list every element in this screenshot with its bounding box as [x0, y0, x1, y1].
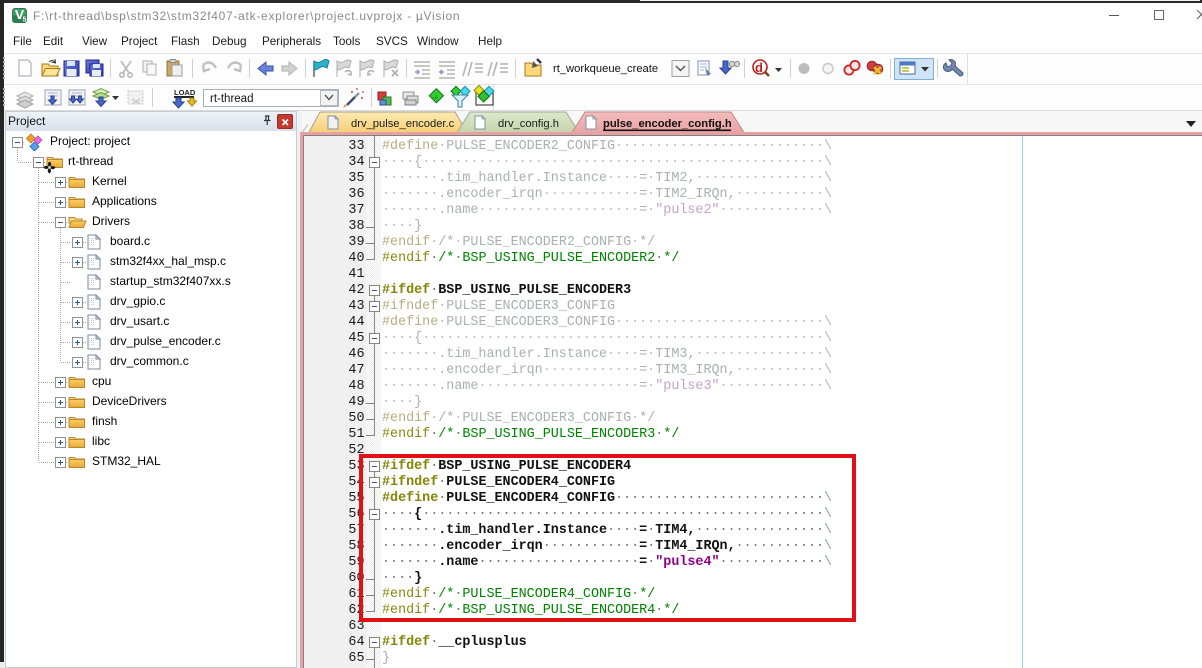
svg-text:drv_pulse_encoder.c: drv_pulse_encoder.c [351, 118, 455, 130]
svg-text:LOAD: LOAD [174, 88, 196, 97]
svg-text:5: 5 [23, 17, 27, 24]
svg-text:rt_workqueue_create: rt_workqueue_create [553, 63, 658, 75]
svg-text:d: d [755, 60, 763, 75]
svg-text:pulse_encoder_config.h: pulse_encoder_config.h [603, 118, 732, 130]
svg-text:rt-thread: rt-thread [210, 93, 253, 105]
svg-text:drv_config.h: drv_config.h [498, 118, 559, 130]
